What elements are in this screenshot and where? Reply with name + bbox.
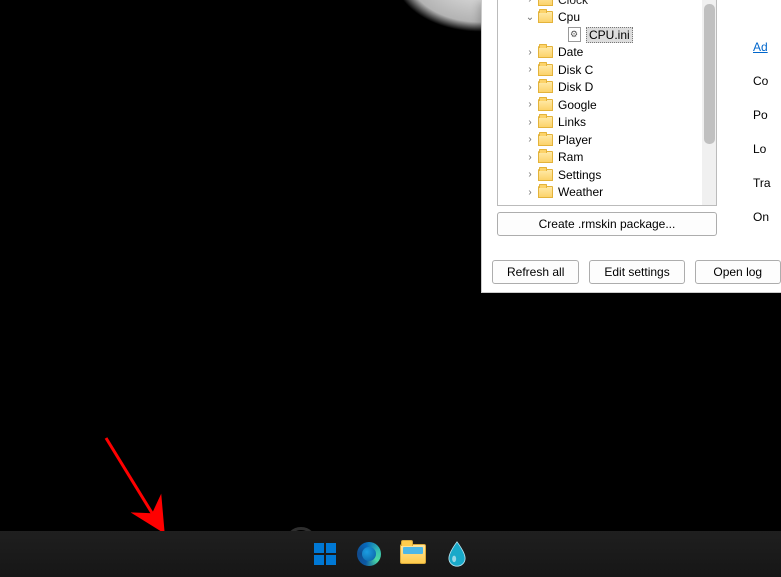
tree-item-label: Google xyxy=(558,98,597,112)
expand-icon[interactable]: › xyxy=(524,187,536,198)
expand-icon[interactable]: › xyxy=(524,82,536,93)
tree-item[interactable]: › Disk D xyxy=(500,79,714,97)
folder-icon xyxy=(538,0,553,6)
expand-icon[interactable]: › xyxy=(524,99,536,110)
folder-icon xyxy=(538,116,553,128)
tree-item-cpu-ini[interactable]: · CPU.ini xyxy=(500,26,714,44)
taskbar-app-rainmeter[interactable] xyxy=(442,539,472,569)
expand-icon[interactable]: › xyxy=(524,134,536,145)
folder-icon xyxy=(538,169,553,181)
start-button[interactable] xyxy=(310,539,340,569)
raindrop-icon xyxy=(447,541,467,567)
create-rmskin-button[interactable]: Create .rmskin package... xyxy=(497,212,717,236)
folder-icon xyxy=(538,46,553,58)
on-hover-label: On xyxy=(753,210,781,224)
tree-item-label: Player xyxy=(558,133,592,147)
refresh-all-button[interactable]: Refresh all xyxy=(492,260,579,284)
file-explorer-icon xyxy=(400,544,426,564)
expand-icon[interactable]: › xyxy=(524,47,536,58)
tree-item[interactable]: › Date xyxy=(500,44,714,62)
tree-item[interactable]: › Clock xyxy=(500,0,714,9)
edge-icon xyxy=(357,542,381,566)
folder-icon xyxy=(538,81,553,93)
rainmeter-manage-window: › Clock ⌄ Cpu · CPU.ini › Date › Disk C › Dis… xyxy=(481,0,781,293)
position-label: Po xyxy=(753,108,781,122)
tree-item-label: Settings xyxy=(558,168,601,182)
tree-item-label: Disk C xyxy=(558,63,593,77)
collapse-icon[interactable]: ⌄ xyxy=(524,12,536,23)
tree-item[interactable]: › Ram xyxy=(500,149,714,167)
ini-file-icon xyxy=(568,27,581,42)
tree-item-label: Disk D xyxy=(558,80,593,94)
expand-icon[interactable]: › xyxy=(524,64,536,75)
skins-tree[interactable]: › Clock ⌄ Cpu · CPU.ini › Date › Disk C › Dis… xyxy=(497,0,717,206)
open-log-button[interactable]: Open log xyxy=(695,260,781,284)
expand-icon[interactable]: › xyxy=(524,117,536,128)
tree-scrollbar[interactable] xyxy=(702,0,716,205)
tree-item[interactable]: › Weather xyxy=(500,184,714,202)
folder-icon xyxy=(538,151,553,163)
folder-icon xyxy=(538,64,553,76)
tree-item[interactable]: › Player xyxy=(500,131,714,149)
load-order-label: Lo xyxy=(753,142,781,156)
transparency-label: Tra xyxy=(753,176,781,190)
add-link[interactable]: Ad xyxy=(753,40,781,54)
tree-item-label: Date xyxy=(558,45,583,59)
tree-item[interactable]: › Links xyxy=(500,114,714,132)
right-panel-labels: Ad Co Po Lo Tra On xyxy=(753,40,781,224)
coordinates-label: Co xyxy=(753,74,781,88)
tree-item[interactable]: › Disk C xyxy=(500,61,714,79)
edit-settings-button[interactable]: Edit settings xyxy=(589,260,684,284)
tree-item-cpu[interactable]: ⌄ Cpu xyxy=(500,9,714,27)
tree-item[interactable]: › Settings xyxy=(500,166,714,184)
taskbar-app-edge[interactable] xyxy=(354,539,384,569)
folder-icon xyxy=(538,11,553,23)
folder-icon xyxy=(538,186,553,198)
tree-item-label: Links xyxy=(558,115,586,129)
taskbar xyxy=(0,531,781,577)
tree-item-label: Ram xyxy=(558,150,583,164)
expand-icon[interactable]: › xyxy=(524,152,536,163)
scrollbar-thumb[interactable] xyxy=(704,4,715,144)
folder-icon xyxy=(538,134,553,146)
tree-item[interactable]: › Google xyxy=(500,96,714,114)
folder-icon xyxy=(538,99,553,111)
expand-icon[interactable]: › xyxy=(524,169,536,180)
taskbar-app-file-explorer[interactable] xyxy=(398,539,428,569)
tree-item-label: Weather xyxy=(558,185,603,199)
windows-logo-icon xyxy=(314,543,336,565)
